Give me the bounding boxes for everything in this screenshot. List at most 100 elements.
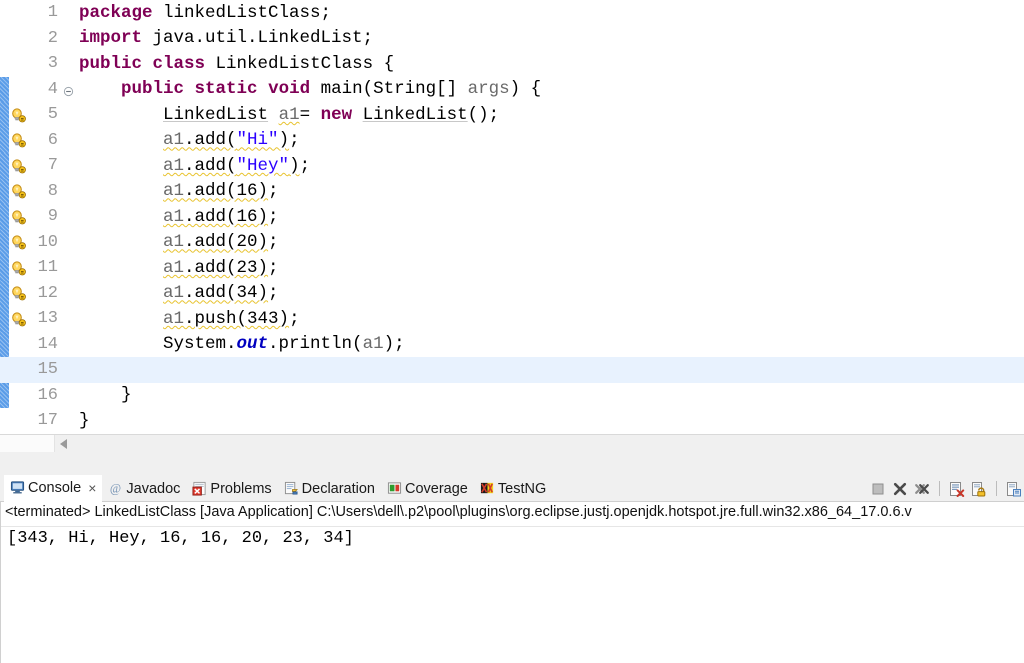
code-line-text[interactable]: }	[75, 383, 1024, 409]
code-line-text[interactable]: a1.add(20);	[75, 230, 1024, 256]
line-number: 16	[31, 382, 61, 408]
warning-bulb-icon[interactable]	[9, 102, 31, 128]
code-token: .add(16)	[184, 206, 269, 227]
lock-icon[interactable]	[971, 481, 987, 497]
change-bar-marker	[0, 102, 9, 128]
code-line-5[interactable]: 5 LinkedList a1= new LinkedList();	[0, 102, 1024, 128]
console-tab-testng[interactable]: TestNG	[474, 475, 552, 502]
pin-icon[interactable]	[1006, 481, 1022, 497]
clear-console-icon[interactable]	[949, 481, 965, 497]
console-tab-declaration[interactable]: Declaration	[278, 475, 381, 502]
code-line-8[interactable]: 8 a1.add(16);	[0, 178, 1024, 205]
editor-text-area[interactable]: 1 package linkedListClass; 2 import java.ut…	[0, 0, 1024, 452]
code-line-6[interactable]: 6 a1.add("Hi");	[0, 127, 1024, 154]
console-tabs: Console × @ Javadoc Problems Declaration Cover…	[4, 475, 552, 502]
change-bar-marker	[0, 76, 9, 102]
warning-bulb-icon[interactable]	[9, 153, 31, 179]
marker-gutter-empty	[9, 331, 31, 357]
code-line-7[interactable]: 7 a1.add("Hey");	[0, 153, 1024, 179]
scroll-left-arrow-icon[interactable]	[60, 439, 67, 449]
code-token: a1	[163, 257, 185, 278]
code-line-text[interactable]: LinkedList a1= new LinkedList();	[75, 102, 1024, 128]
java-editor[interactable]: 1 package linkedListClass; 2 import java.ut…	[0, 0, 1024, 453]
change-bar-marker	[0, 178, 9, 204]
code-line-text[interactable]: a1.add("Hi");	[75, 128, 1024, 154]
code-token: )	[278, 130, 290, 151]
code-line-2[interactable]: 2 import java.util.LinkedList;	[0, 25, 1024, 52]
code-token: =	[299, 104, 321, 125]
warning-bulb-icon[interactable]	[9, 255, 31, 281]
warning-bulb-icon[interactable]	[9, 204, 31, 230]
editor-console-sash[interactable]	[0, 452, 1024, 475]
line-number: 2	[31, 25, 61, 51]
code-token: a1	[163, 232, 185, 253]
code-line-text[interactable]	[75, 357, 1024, 383]
code-token: main(String[]	[310, 79, 468, 100]
code-token: ) {	[509, 79, 542, 100]
warning-bulb-icon[interactable]	[9, 229, 31, 255]
warning-bulb-icon[interactable]	[9, 178, 31, 204]
console-tab-problems[interactable]: Problems	[186, 475, 277, 502]
line-number: 11	[31, 255, 61, 281]
warning-bulb-icon[interactable]	[9, 280, 31, 306]
fold-gutter-empty	[61, 102, 75, 128]
code-line-text[interactable]: a1.add(23);	[75, 255, 1024, 281]
code-line-1[interactable]: 1 package linkedListClass;	[0, 0, 1024, 26]
warning-bulb-icon[interactable]	[9, 306, 31, 332]
code-line-9[interactable]: 9 a1.add(16);	[0, 204, 1024, 230]
fold-collapse-icon[interactable]	[61, 76, 75, 102]
code-line-16[interactable]: 16 }	[0, 382, 1024, 409]
code-token: java.util.LinkedList;	[142, 28, 374, 49]
code-line-4[interactable]: 4 public static void main(String[] args)…	[0, 76, 1024, 103]
console-tab-bar: Console × @ Javadoc Problems Declaration Cover…	[0, 475, 1024, 502]
console-body[interactable]: <terminated> LinkedListClass [Java Appli…	[0, 502, 1024, 663]
x-icon[interactable]	[892, 481, 908, 497]
code-line-10[interactable]: 10 a1.add(20);	[0, 229, 1024, 256]
marker-gutter-empty	[9, 25, 31, 51]
code-line-15[interactable]: 15	[0, 357, 1024, 383]
code-line-17[interactable]: 17}	[0, 408, 1024, 434]
change-bar-marker	[0, 127, 9, 153]
code-line-3[interactable]: 3 public class LinkedListClass {	[0, 51, 1024, 77]
code-line-text[interactable]: import java.util.LinkedList;	[75, 26, 1024, 52]
code-token: "Hi"	[236, 130, 279, 151]
code-line-text[interactable]: a1.push(343);	[75, 306, 1024, 332]
console-tab-javadoc[interactable]: @ Javadoc	[102, 475, 186, 502]
code-line-text[interactable]: package linkedListClass;	[75, 0, 1024, 26]
code-line-text[interactable]: a1.add("Hey");	[75, 153, 1024, 179]
code-token: a1	[362, 334, 384, 355]
code-line-text[interactable]: public static void main(String[] args) {	[75, 77, 1024, 103]
console-tab-console[interactable]: Console ×	[4, 475, 103, 502]
code-line-text[interactable]: a1.add(16);	[75, 204, 1024, 230]
code-lines-body: 1 package linkedListClass; 2 import java.ut…	[0, 0, 1024, 452]
line-number: 7	[31, 153, 61, 179]
fold-gutter-empty	[61, 382, 75, 408]
code-line-text[interactable]: }	[75, 408, 1024, 434]
code-line-text[interactable]: a1.add(34);	[75, 281, 1024, 307]
code-line-text[interactable]: a1.add(16);	[75, 179, 1024, 205]
code-line-11[interactable]: 11 a1.add(23);	[0, 255, 1024, 281]
close-icon[interactable]: ×	[88, 480, 96, 496]
editor-horizontal-scrollbar[interactable]	[0, 434, 1024, 453]
console-tab-coverage[interactable]: Coverage	[381, 475, 474, 502]
line-number: 17	[31, 408, 61, 434]
code-line-text[interactable]: public class LinkedListClass {	[75, 51, 1024, 77]
code-line-text[interactable]: System.out.println(a1);	[75, 332, 1024, 358]
console-tab-label: Coverage	[405, 480, 468, 497]
code-token: class	[152, 53, 206, 74]
change-bar-marker	[0, 331, 9, 357]
line-number: 6	[31, 127, 61, 153]
code-token: .println(	[268, 334, 363, 355]
code-token: ();	[467, 104, 500, 125]
code-line-13[interactable]: 13 a1.push(343);	[0, 306, 1024, 332]
code-line-12[interactable]: 12 a1.add(34);	[0, 280, 1024, 307]
console-icon	[10, 480, 25, 495]
warning-bulb-icon[interactable]	[9, 127, 31, 153]
console-toolbar	[870, 475, 1022, 502]
code-line-14[interactable]: 14 System.out.println(a1);	[0, 331, 1024, 358]
stop-square-icon[interactable]	[870, 481, 886, 497]
code-token: .add(23)	[184, 257, 269, 278]
x-multi-icon[interactable]	[914, 481, 930, 497]
